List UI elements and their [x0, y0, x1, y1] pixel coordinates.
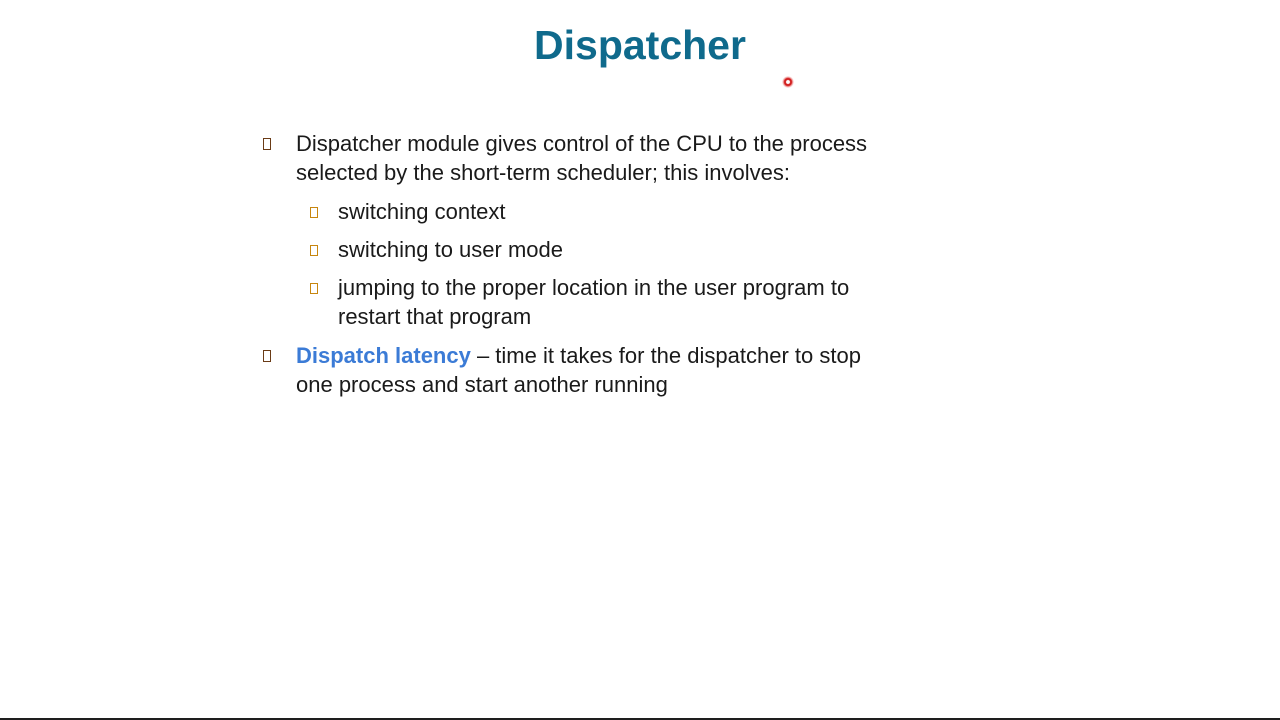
bullet-text-line: restart that program [338, 304, 532, 329]
square-bullet-icon [310, 207, 318, 218]
square-bullet-icon [310, 245, 318, 256]
bullet-text: switching to user mode [338, 235, 563, 264]
bullet-text: jumping to the proper location in the us… [338, 273, 849, 331]
bullet-text-rest: – time it takes for the dispatcher to st… [470, 343, 861, 368]
bullet-text-line: jumping to the proper location in the us… [338, 275, 850, 300]
bullet-text-line: Dispatch latency – time it takes for the… [296, 341, 861, 370]
bullet-text-line: Dispatcher module gives control of the C… [296, 131, 868, 156]
slide: Dispatcher Dispatcher module gives contr… [0, 0, 1280, 718]
bullet-text: switching context [338, 197, 506, 226]
square-bullet-icon [263, 138, 271, 150]
term-dispatch-latency: Dispatch latency [296, 343, 471, 368]
square-bullet-icon [310, 283, 318, 294]
bullet-text: Dispatch latency – time it takes for the… [296, 341, 861, 399]
bullet-text-line: selected by the short-term scheduler; th… [296, 160, 791, 185]
square-bullet-icon [263, 350, 271, 362]
slide-content: Dispatcher module gives control of the C… [0, 0, 1280, 720]
bullet-text-line: one process and start another running [296, 372, 668, 397]
bullet-text-line: switching to user mode [338, 237, 563, 262]
bullet-text: Dispatcher module gives control of the C… [296, 129, 867, 187]
bullet-text-line: switching context [338, 199, 506, 224]
